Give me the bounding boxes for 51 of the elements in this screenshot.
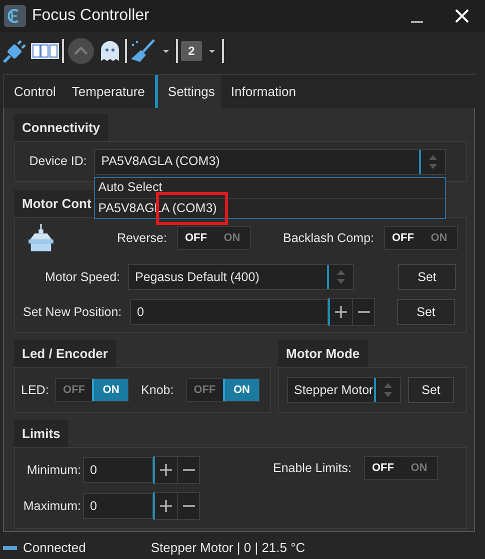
mode-dropdown[interactable]: Stepper Motor: [287, 377, 401, 403]
set-button[interactable]: Set: [398, 264, 456, 290]
group-title: Connectivity: [14, 114, 108, 141]
app-logo-icon: [4, 5, 26, 27]
field-label: Knob:: [141, 382, 174, 399]
group-title: Led / Encoder: [14, 340, 116, 367]
device-dropdown[interactable]: PA5V8AGLA (COM3): [94, 148, 446, 174]
number-field[interactable]: 0: [83, 493, 153, 519]
set-button[interactable]: Set: [397, 299, 455, 325]
field-label: Motor Speed:: [44, 268, 120, 286]
up-down-arrows-icon: [383, 382, 393, 398]
up-down-arrows-icon: [336, 269, 346, 285]
plus-icon: [160, 500, 172, 512]
close-icon: [454, 9, 469, 23]
toggle-switch[interactable]: OFF ON: [176, 226, 251, 250]
up-down-arrows-icon: [428, 154, 438, 170]
counter-icon[interactable]: [31, 41, 59, 61]
set-button[interactable]: Set: [408, 377, 454, 403]
caret-icon[interactable]: [163, 50, 169, 52]
field-label: Set New Position:: [23, 304, 123, 321]
status-text: Connected: [23, 539, 86, 558]
ghost-icon[interactable]: [98, 39, 122, 63]
group-title: Motor Mode: [278, 340, 368, 367]
number-field[interactable]: 0: [83, 457, 153, 483]
field-label: Backlash Comp:: [282, 230, 374, 247]
field-label: Maximum:: [22, 498, 81, 515]
broom-icon[interactable]: [130, 39, 156, 63]
field-label: LED:: [21, 382, 49, 399]
tab[interactable]: Settings: [154, 75, 221, 108]
group-title: Limits: [14, 420, 68, 447]
toggle-switch[interactable]: OFF ON: [55, 378, 130, 402]
field-label: Device ID:: [29, 153, 88, 170]
plug-icon[interactable]: [2, 38, 28, 64]
field-label: Minimum:: [26, 462, 81, 479]
minimize-icon: [411, 21, 423, 23]
window-title: Focus Controller: [32, 6, 150, 26]
profile-badge[interactable]: 2: [181, 41, 202, 61]
toggle-switch[interactable]: OFF ON: [364, 456, 438, 480]
caret-icon[interactable]: [209, 50, 215, 52]
tab[interactable]: Temperature: [62, 75, 151, 108]
field-label: Enable Limits:: [272, 460, 352, 477]
status-info: Stepper Motor | 0 | 21.5 °C: [150, 539, 306, 558]
toggle-switch[interactable]: OFF ON: [384, 226, 458, 250]
tab[interactable]: Information: [220, 75, 302, 108]
toggle-switch[interactable]: OFF ON: [186, 378, 260, 402]
number-field[interactable]: 0: [130, 299, 328, 325]
plus-icon: [160, 464, 172, 476]
speed-dropdown[interactable]: Pegasus Default (400): [128, 264, 354, 290]
field-label: Reverse:: [116, 230, 167, 247]
plus-icon: [335, 306, 347, 318]
tab[interactable]: Control: [4, 75, 62, 108]
